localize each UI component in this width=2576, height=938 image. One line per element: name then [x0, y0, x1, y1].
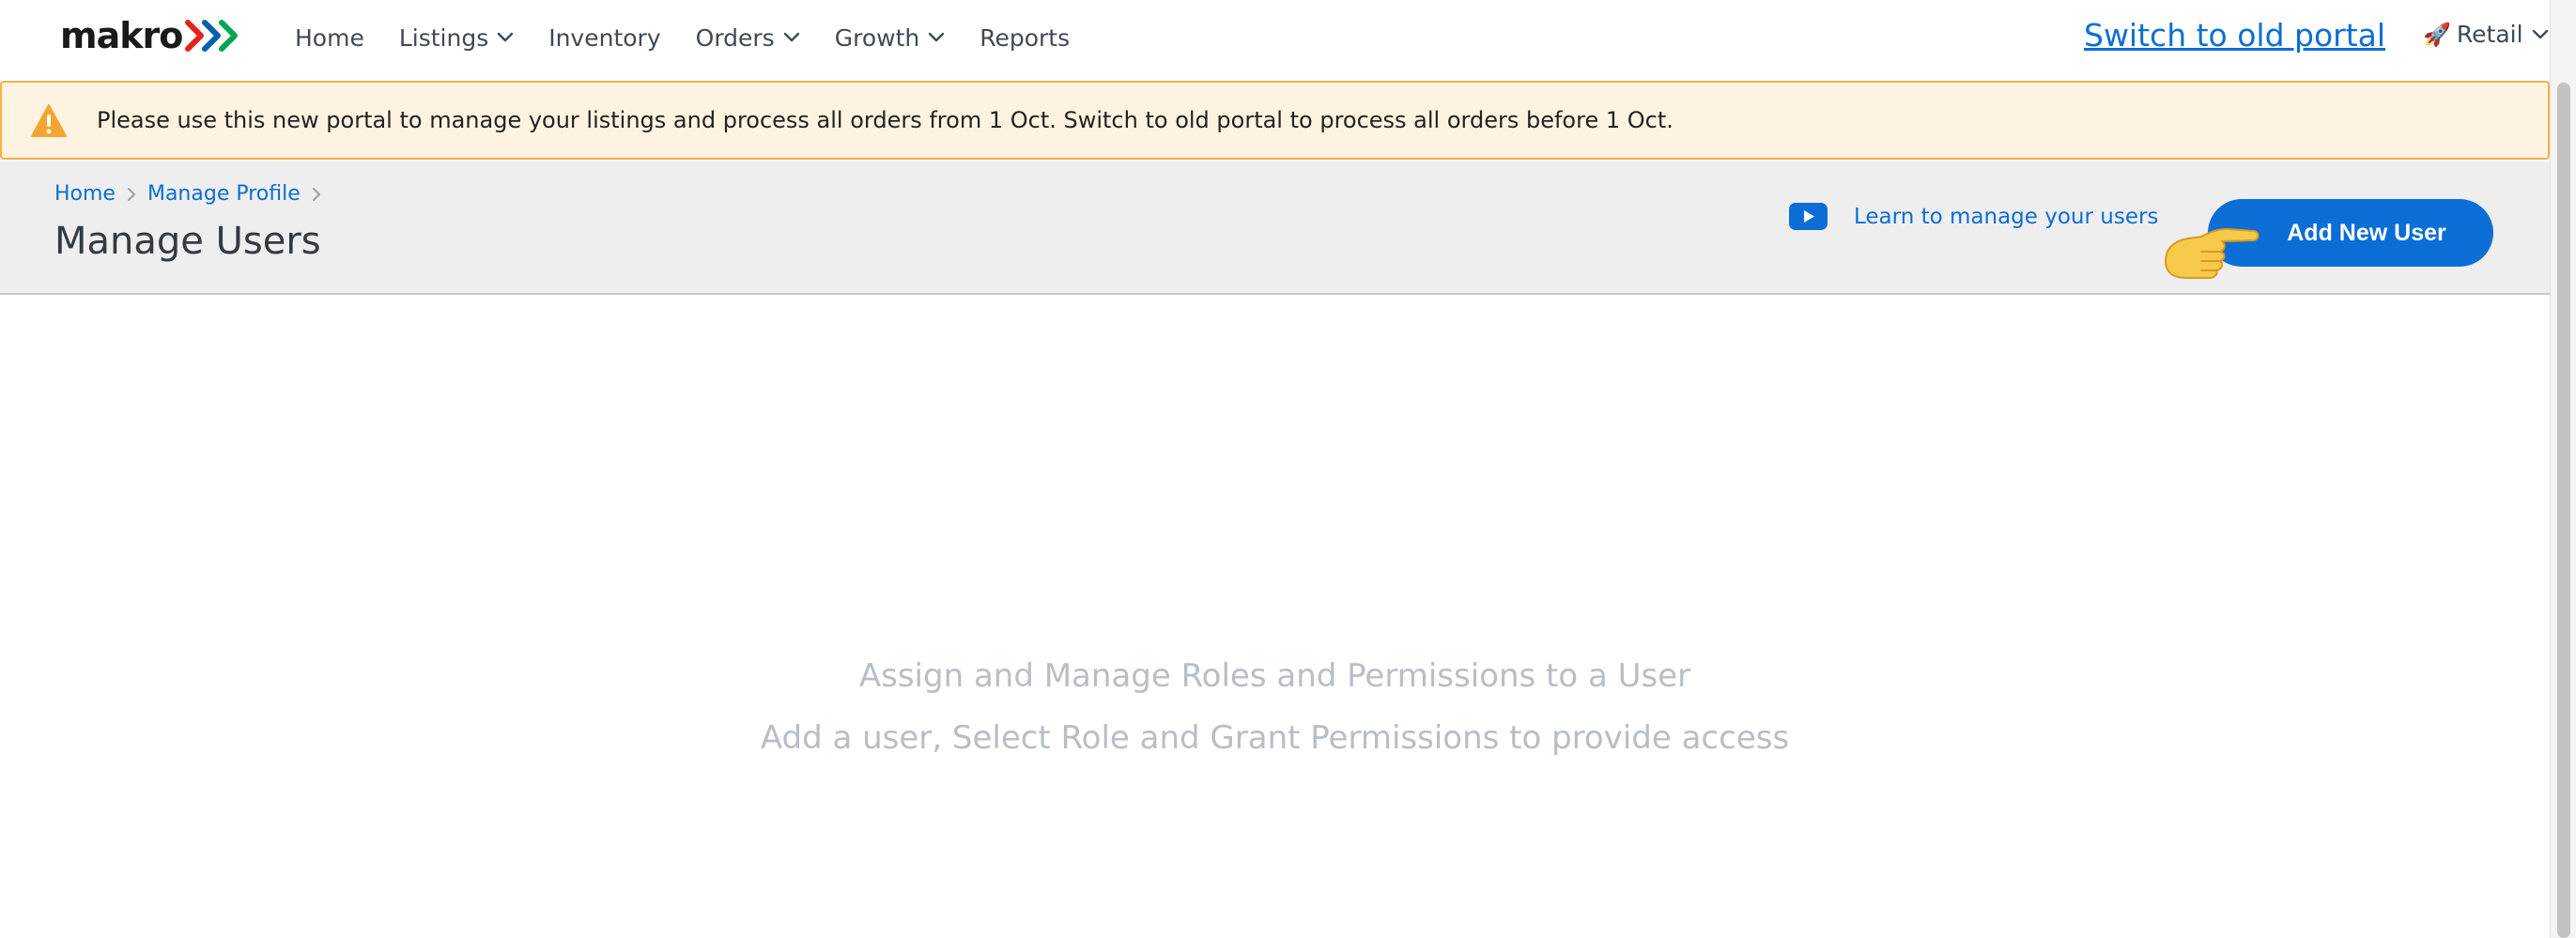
breadcrumb-home[interactable]: Home — [54, 182, 116, 206]
warning-icon — [31, 104, 67, 137]
nav-item-orders[interactable]: Orders — [696, 24, 800, 52]
chevron-down-icon — [783, 32, 799, 42]
empty-state-subtitle: Add a user, Select Role and Grant Permis… — [760, 719, 1790, 757]
nav-item-label: Home — [295, 23, 364, 52]
main-nav: Home Listings Inventory Orders Growth Re… — [295, 17, 1104, 58]
account-switcher[interactable]: 🚀 Retail — [2423, 21, 2549, 48]
chevron-down-icon — [929, 32, 945, 42]
nav-item-label: Inventory — [548, 23, 661, 52]
chevron-right-icon — [312, 187, 321, 202]
page-title: Manage Users — [54, 220, 321, 263]
nav-item-growth[interactable]: Growth — [835, 24, 946, 52]
nav-item-inventory[interactable]: Inventory — [548, 24, 660, 52]
makro-logo[interactable]: makro — [60, 15, 242, 56]
empty-state: Assign and Manage Roles and Permissions … — [0, 657, 2550, 757]
nav-item-label: Listings — [398, 23, 489, 52]
nav-item-home[interactable]: Home — [295, 24, 364, 52]
switch-to-old-portal-link[interactable]: Switch to old portal — [2084, 17, 2385, 54]
nav-item-label: Reports — [979, 23, 1071, 52]
nav-item-label: Growth — [834, 23, 920, 52]
nav-item-label: Orders — [695, 23, 775, 52]
breadcrumb: Home Manage Profile — [54, 182, 332, 206]
learn-to-manage-users-link[interactable]: Learn to manage your users — [1789, 203, 2158, 230]
nav-item-listings[interactable]: Listings — [399, 24, 514, 52]
top-navigation: makro Home Listings Inventory Orders Gro… — [0, 0, 2550, 75]
page-header: Home Manage Profile Manage Users Learn t… — [0, 161, 2550, 295]
notice-text: Please use this new portal to manage you… — [97, 107, 1674, 133]
breadcrumb-manage-profile[interactable]: Manage Profile — [147, 182, 301, 206]
logo-text: makro — [60, 15, 183, 56]
rocket-icon: 🚀 — [2423, 21, 2451, 48]
empty-state-title: Assign and Manage Roles and Permissions … — [858, 657, 1691, 695]
youtube-play-icon — [1789, 203, 1828, 230]
vertical-scrollbar[interactable] — [2550, 0, 2576, 938]
notice-banner: Please use this new portal to manage you… — [0, 81, 2550, 160]
learn-link-label: Learn to manage your users — [1854, 204, 2159, 229]
chevron-down-icon — [2532, 29, 2548, 38]
page: makro Home Listings Inventory Orders Gro… — [0, 0, 2576, 938]
logo-chevrons-icon — [184, 20, 242, 52]
account-label: Retail — [2456, 21, 2523, 48]
chevron-down-icon — [498, 32, 514, 42]
nav-item-reports[interactable]: Reports — [979, 24, 1070, 52]
scrollbar-thumb[interactable] — [2557, 83, 2570, 938]
pointing-hand-icon — [2165, 228, 2260, 279]
chevron-right-icon — [127, 187, 136, 202]
